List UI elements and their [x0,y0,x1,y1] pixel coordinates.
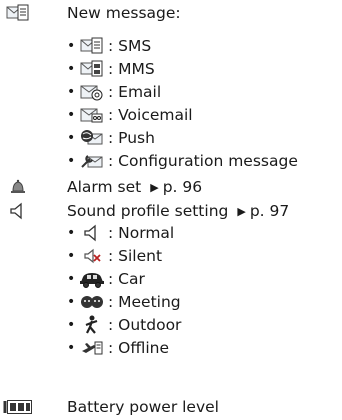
page-ref-arrow-icon: ▶ [150,181,159,194]
battery-icon [0,396,36,418]
list-item: • : Car [67,269,145,289]
sms-envelope-icon [79,36,105,56]
sound-profile-page-ref: p. 97 [249,202,290,220]
meeting-faces-icon [79,292,105,312]
battery-label: Battery power level [67,398,219,416]
page-ref-arrow-icon: ▶ [237,205,246,218]
sound-profile-label: Sound profile setting [67,202,229,220]
list-item: • : Push [67,128,155,148]
list-item: • : SMS [67,36,152,56]
new-message-icon [0,2,36,24]
list-item: • : Outdoor [67,315,182,335]
email-envelope-icon [79,82,105,102]
list-item: • : Meeting [67,292,181,312]
offline-airplane-icon [79,338,105,358]
list-item: • : Silent [67,246,163,266]
speaker-muted-icon [79,246,105,266]
list-item: • : Offline [67,338,170,358]
list-item: • : MMS [67,59,155,79]
new-message-title: New message: [67,4,181,22]
push-globe-icon [79,128,105,148]
outdoor-walker-icon [79,315,105,335]
configuration-wrench-icon [79,151,105,171]
list-item: • : Email [67,82,162,102]
alarm-page-ref: p. 96 [162,178,203,196]
alarm-bell-icon [0,176,36,198]
list-item: • : Normal [67,223,175,243]
list-item: • : Voicemail [67,105,193,125]
sound-profile-speaker-icon [0,200,36,222]
alarm-label: Alarm set [67,178,142,196]
list-item: • : Configuration message [67,151,298,171]
voicemail-envelope-icon [79,105,105,125]
speaker-icon [79,223,105,243]
mms-envelope-icon [79,59,105,79]
car-icon [79,269,105,289]
